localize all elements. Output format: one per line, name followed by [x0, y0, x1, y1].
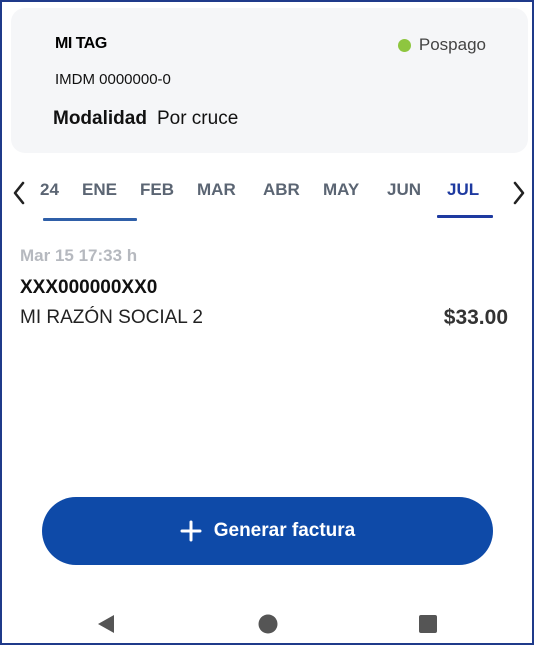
mode-label: Modalidad	[53, 108, 147, 129]
month-tab-24[interactable]: 24	[40, 180, 59, 200]
month-selector: 24 ENE FEB MAR ABR MAY JUN JUL	[2, 170, 532, 226]
tag-status: Pospago	[397, 35, 486, 55]
home-circle-icon	[258, 614, 278, 634]
month-tab-feb[interactable]: FEB	[140, 180, 174, 200]
month-tab-abr[interactable]: ABR	[263, 180, 300, 200]
prev-month-button[interactable]	[6, 178, 32, 208]
status-dot-icon	[397, 38, 411, 52]
system-back-button[interactable]	[94, 612, 118, 636]
recents-square-icon	[419, 615, 437, 633]
system-home-button[interactable]	[256, 612, 280, 636]
month-tab-jul[interactable]: JUL	[447, 180, 479, 200]
month-tab-mar[interactable]: MAR	[197, 180, 236, 200]
month-tab-ene[interactable]: ENE	[82, 180, 117, 200]
transaction-amount: $33.00	[443, 306, 508, 329]
chevron-left-icon	[13, 181, 25, 205]
tag-title: MI TAG	[55, 35, 107, 52]
tag-card: MI TAG Pospago IMDM 0000000-0 Modalidad P…	[11, 8, 528, 153]
next-month-button[interactable]	[506, 178, 532, 208]
chevron-right-icon	[513, 181, 525, 205]
transaction-date: Mar 15 17:33 h	[20, 246, 138, 265]
month-underline-ene	[43, 218, 137, 221]
system-recents-button[interactable]	[416, 612, 440, 636]
mode-value: Por cruce	[156, 108, 239, 129]
app-frame: MI TAG Pospago IMDM 0000000-0 Modalidad P…	[0, 0, 534, 645]
transaction-business-name: MI RAZÓN SOCIAL 2	[20, 307, 203, 328]
generate-invoice-label: Generar factura	[213, 520, 356, 541]
month-strip: 24 ENE FEB MAR ABR MAY JUN JUL	[36, 170, 502, 226]
month-tab-may[interactable]: MAY	[323, 180, 359, 200]
tag-status-label: Pospago	[418, 35, 486, 54]
back-triangle-icon	[98, 615, 114, 633]
plus-icon	[180, 520, 202, 542]
transaction-item[interactable]: Mar 15 17:33 h XXX000000XX0 MI RAZÓN SOC…	[20, 246, 510, 329]
transaction-plate: XXX000000XX0	[20, 277, 158, 298]
generate-invoice-button[interactable]: Generar factura	[42, 497, 493, 565]
system-nav-bar	[2, 602, 532, 643]
tag-id: IMDM 0000000-0	[55, 71, 171, 88]
month-tab-jun[interactable]: JUN	[387, 180, 421, 200]
month-underline-jul	[437, 215, 493, 218]
tag-mode: Modalidad Por cruce	[53, 108, 238, 130]
